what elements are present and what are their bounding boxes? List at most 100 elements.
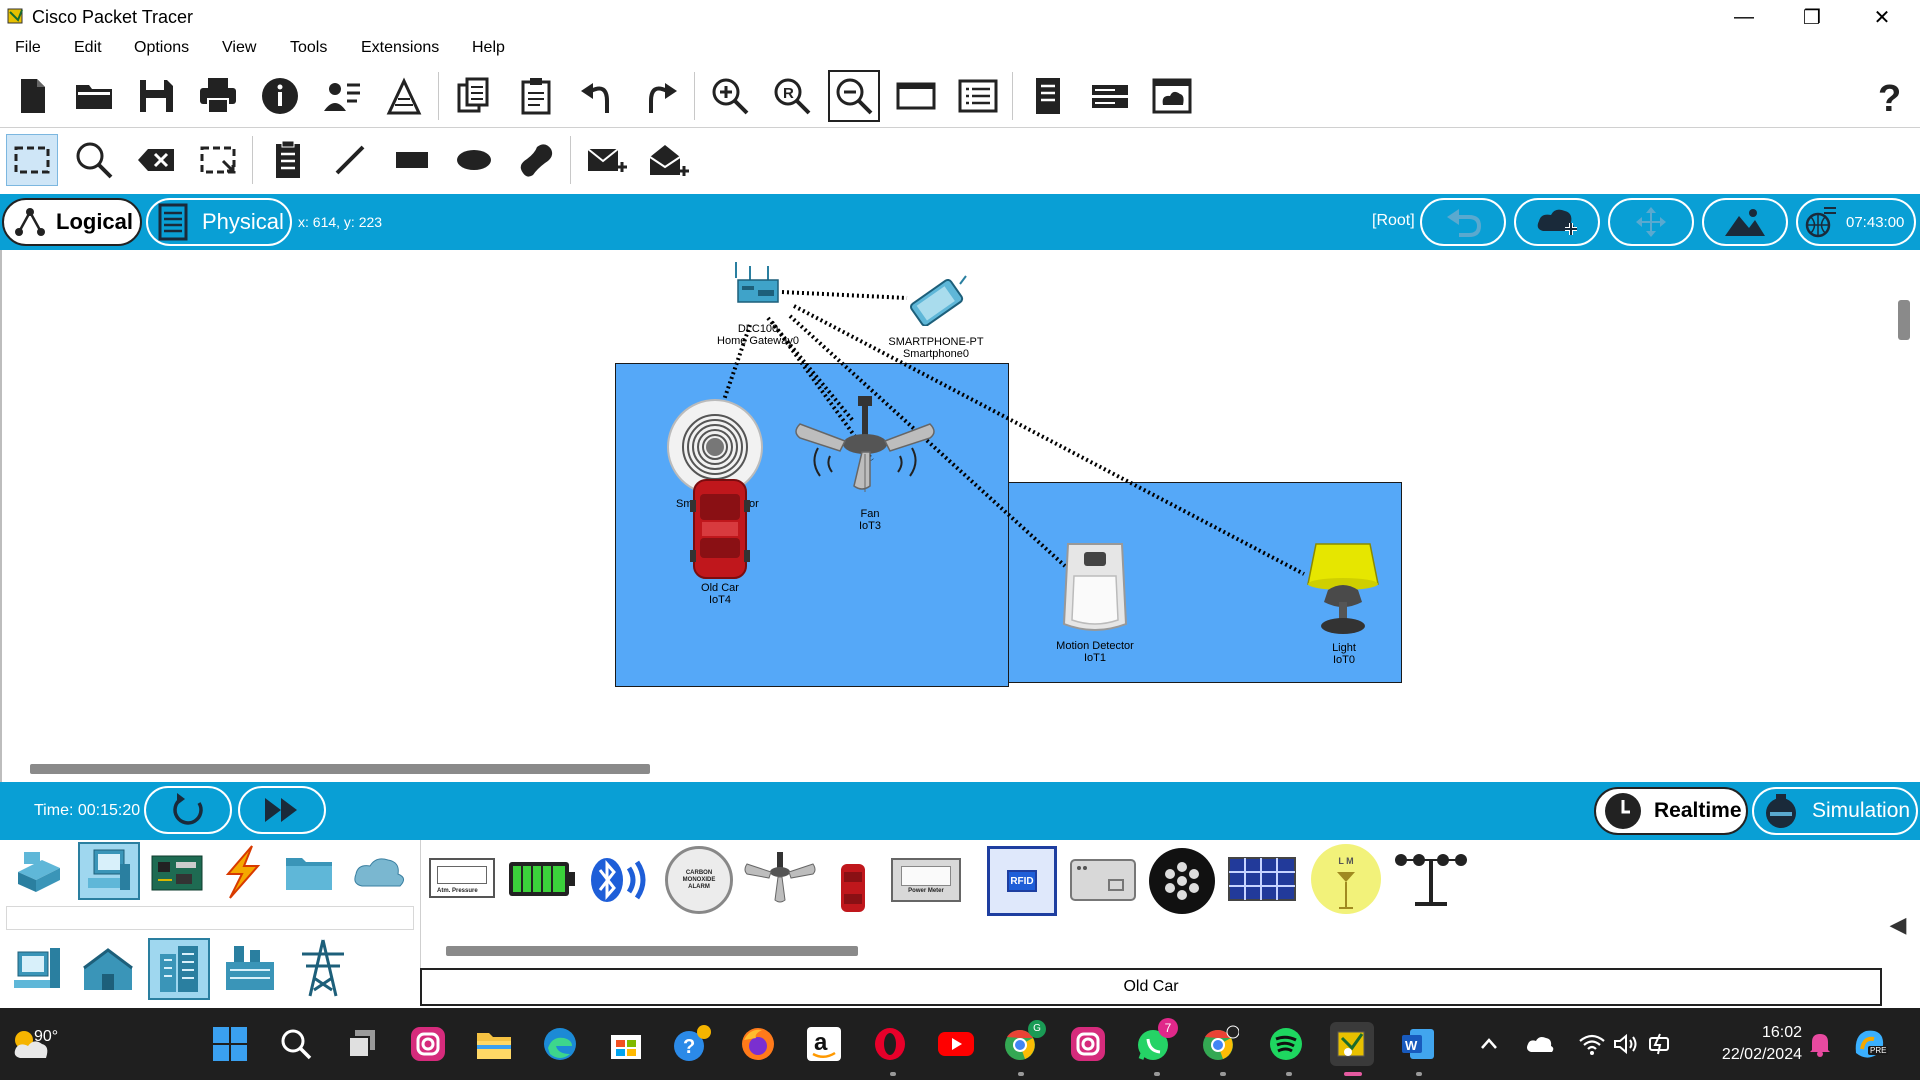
menu-view[interactable]: View	[222, 39, 256, 57]
menu-options[interactable]: Options	[134, 39, 189, 57]
move-object-button[interactable]	[1608, 198, 1694, 246]
subcategory-home[interactable]	[80, 944, 136, 996]
device-wind-turbine[interactable]	[1391, 848, 1471, 910]
chrome-app[interactable]	[1198, 1022, 1242, 1066]
back-button[interactable]	[1420, 198, 1506, 246]
realtime-mode-button[interactable]: Realtime	[1594, 787, 1748, 835]
resize-tool-button[interactable]	[192, 134, 244, 186]
custom-device-dialog-button[interactable]	[952, 70, 1004, 122]
task-view-button[interactable]	[340, 1022, 384, 1066]
spotify-app[interactable]	[1264, 1022, 1308, 1066]
old-car-device[interactable]	[690, 476, 750, 582]
inspect-tool-button[interactable]	[68, 134, 120, 186]
opera-app[interactable]	[868, 1022, 912, 1066]
category-end-devices[interactable]	[78, 842, 140, 900]
undo-button[interactable]	[572, 70, 624, 122]
show-hidden-icons-button[interactable]	[1474, 1022, 1504, 1066]
category-connections[interactable]	[214, 844, 268, 900]
maximize-button[interactable]: ❐	[1782, 0, 1842, 34]
microsoft-store-app[interactable]	[604, 1022, 648, 1066]
amazon-app[interactable]: a	[802, 1022, 846, 1066]
category-network-devices[interactable]	[12, 846, 66, 900]
help-button[interactable]: ?	[1862, 70, 1914, 122]
select-tool-button[interactable]	[6, 134, 58, 186]
logical-workspace[interactable]: DLC100 Home Gateway0 SMARTPHONE-PT Smart…	[0, 250, 1920, 782]
fan-device[interactable]	[790, 396, 940, 506]
viewport-clock-button[interactable]: 07:43:00	[1796, 198, 1916, 246]
category-components[interactable]	[150, 848, 204, 898]
notes-button[interactable]	[1022, 70, 1074, 122]
volume-tray[interactable]	[1608, 1022, 1644, 1066]
instagram-app[interactable]	[406, 1022, 450, 1066]
subcategory-end-devices[interactable]	[10, 942, 64, 996]
activity-wizard-button[interactable]	[378, 70, 430, 122]
menu-tools[interactable]: Tools	[290, 39, 327, 57]
network-info-button[interactable]	[316, 70, 368, 122]
place-note-button[interactable]	[262, 134, 314, 186]
menu-edit[interactable]: Edit	[74, 39, 102, 57]
draw-rectangle-button[interactable]	[386, 134, 438, 186]
cloud-screen-button[interactable]	[1146, 70, 1198, 122]
menu-extensions[interactable]: Extensions	[361, 39, 439, 57]
device-co-alarm[interactable]: CARBON MONOXIDE ALARM	[665, 846, 733, 914]
start-button[interactable]	[208, 1022, 252, 1066]
add-complex-pdu-button[interactable]	[642, 134, 694, 186]
copy-button[interactable]	[448, 70, 500, 122]
device-rfid-card[interactable]	[1069, 856, 1137, 904]
wifi-tray[interactable]	[1574, 1022, 1610, 1066]
edge-app[interactable]	[538, 1022, 582, 1066]
zoom-in-button[interactable]	[704, 70, 756, 122]
device-rfid-reader[interactable]: RFID	[987, 846, 1057, 916]
chrome-profile-app[interactable]: G	[1000, 1020, 1046, 1066]
packet-tracer-app[interactable]	[1330, 1022, 1374, 1066]
word-app[interactable]: W	[1396, 1022, 1440, 1066]
collapse-panel-arrow-icon[interactable]: ◀	[1880, 912, 1916, 940]
new-file-button[interactable]	[6, 70, 58, 122]
subcategory-smart-city[interactable]	[148, 938, 210, 1000]
paste-button[interactable]	[510, 70, 562, 122]
device-old-car[interactable]	[833, 860, 873, 916]
subcategory-power-grid[interactable]	[294, 938, 352, 998]
search-button[interactable]	[274, 1022, 318, 1066]
notifications-button[interactable]	[1802, 1022, 1838, 1066]
home-gateway-device[interactable]	[730, 260, 790, 312]
device-list-scrollbar[interactable]	[446, 946, 858, 956]
smartphone-device[interactable]	[896, 274, 976, 327]
instagram-app-2[interactable]	[1066, 1022, 1110, 1066]
save-button[interactable]	[130, 70, 182, 122]
subcategory-industrial[interactable]	[220, 940, 280, 996]
whatsapp-app[interactable]: 7	[1132, 1018, 1178, 1066]
menu-help[interactable]: Help	[472, 39, 505, 57]
simulation-mode-button[interactable]: Simulation	[1752, 787, 1918, 835]
device-street-lamp[interactable]: L M	[1311, 844, 1381, 916]
minimize-button[interactable]: —	[1714, 0, 1774, 34]
close-button[interactable]: ✕	[1852, 0, 1912, 34]
device-solar-panel[interactable]	[1227, 856, 1297, 902]
device-bluetooth-speaker[interactable]	[587, 854, 651, 906]
battery-tray[interactable]	[1642, 1022, 1678, 1066]
draw-ellipse-button[interactable]	[448, 134, 500, 186]
info-button[interactable]	[254, 70, 306, 122]
device-atm-pressure[interactable]: Atm. Pressure	[429, 858, 495, 898]
weather-widget[interactable]: 90°	[10, 1022, 90, 1066]
zoom-reset-button[interactable]: R	[766, 70, 818, 122]
light-device[interactable]	[1298, 540, 1388, 640]
fast-forward-button[interactable]	[238, 786, 326, 834]
onedrive-tray[interactable]	[1522, 1022, 1558, 1066]
canvas-vertical-scrollbar[interactable]	[1898, 300, 1910, 340]
print-button[interactable]	[192, 70, 244, 122]
physical-mode-button[interactable]: Physical	[146, 198, 292, 246]
category-miscellaneous[interactable]	[282, 846, 336, 898]
draw-line-button[interactable]	[324, 134, 376, 186]
firefox-app[interactable]	[736, 1022, 780, 1066]
new-cluster-button[interactable]	[1514, 198, 1600, 246]
redo-button[interactable]	[634, 70, 686, 122]
tray-clock[interactable]: 16:02 22/02/2024	[1690, 1022, 1802, 1066]
device-speaker[interactable]	[1147, 846, 1217, 916]
motion-detector-device[interactable]	[1058, 540, 1132, 636]
open-button[interactable]	[68, 70, 120, 122]
add-simple-pdu-button[interactable]	[580, 134, 632, 186]
menu-file[interactable]: File	[15, 39, 41, 57]
logical-mode-button[interactable]: Logical	[2, 198, 142, 246]
copilot-button[interactable]: PRE	[1848, 1022, 1892, 1066]
